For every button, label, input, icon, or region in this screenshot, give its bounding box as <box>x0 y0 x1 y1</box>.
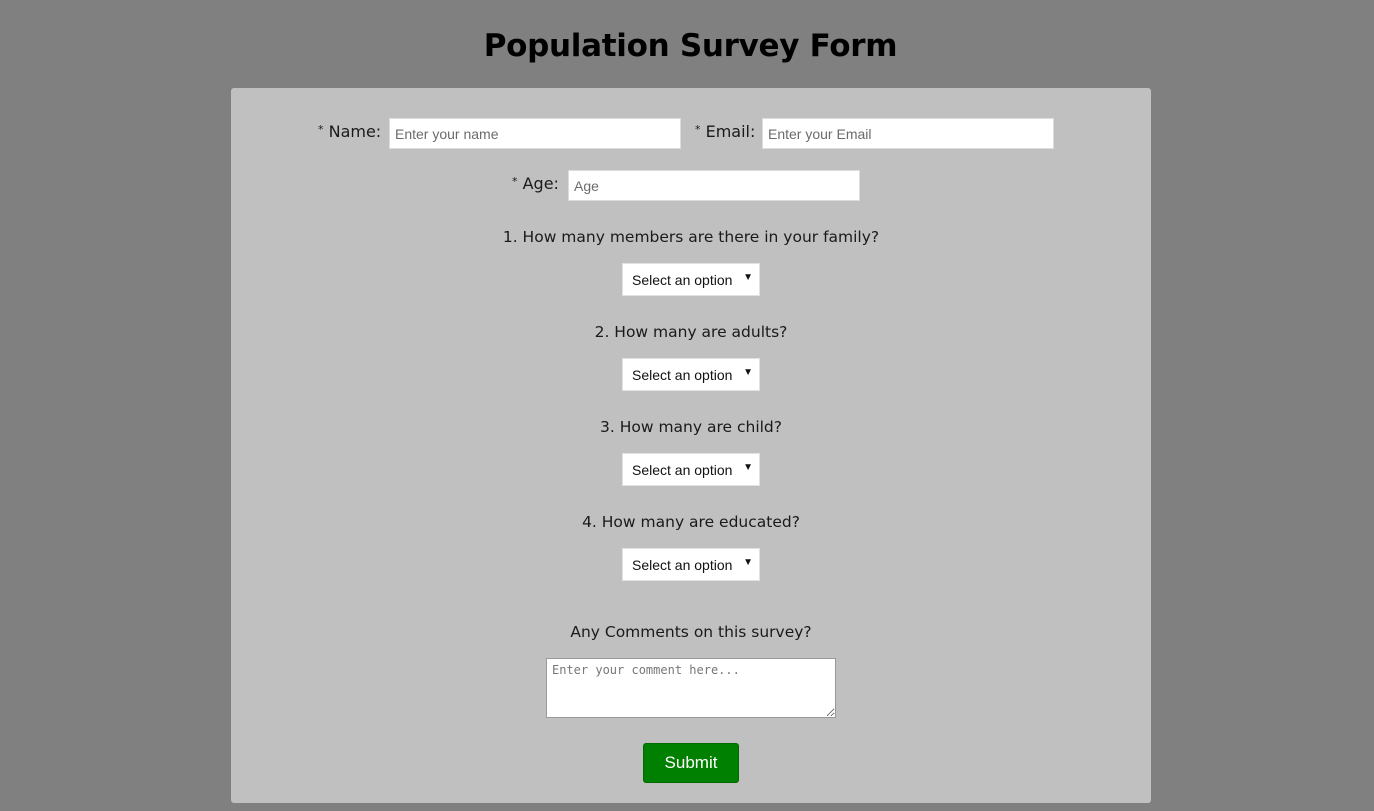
educated-select[interactable]: Select an option ▼ <box>622 548 760 581</box>
question-adults: 2. How many are adults? <box>594 323 788 341</box>
submit-button[interactable]: Submit <box>643 743 739 783</box>
select-value: Select an option <box>632 557 733 573</box>
age-label-text: Age: <box>522 174 559 193</box>
select-value: Select an option <box>632 367 733 383</box>
family-members-select[interactable]: Select an option ▼ <box>622 263 760 296</box>
question-children: 3. How many are child? <box>600 418 782 436</box>
age-label: * Age: <box>512 174 559 193</box>
page-title: Population Survey Form <box>483 28 898 64</box>
comments-textarea[interactable] <box>546 658 836 718</box>
chevron-down-icon: ▼ <box>743 462 753 473</box>
chevron-down-icon: ▼ <box>743 272 753 283</box>
select-value: Select an option <box>632 272 733 288</box>
chevron-down-icon: ▼ <box>743 557 753 568</box>
question-family-members: 1. How many members are there in your fa… <box>502 228 880 246</box>
age-input[interactable] <box>568 170 860 201</box>
required-marker: * <box>318 123 324 136</box>
children-select[interactable]: Select an option ▼ <box>622 453 760 486</box>
name-label: * Name: <box>318 122 381 141</box>
name-input[interactable] <box>389 118 681 149</box>
question-educated: 4. How many are educated? <box>582 513 800 531</box>
name-label-text: Name: <box>328 122 382 141</box>
adults-select[interactable]: Select an option ▼ <box>622 358 760 391</box>
survey-form: * Name: * Email: * Age: 1. How many memb… <box>231 88 1151 803</box>
comments-label: Any Comments on this survey? <box>570 623 812 641</box>
required-marker: * <box>695 123 701 136</box>
email-label: * Email: <box>695 122 755 141</box>
select-value: Select an option <box>632 462 733 478</box>
chevron-down-icon: ▼ <box>743 367 753 378</box>
email-label-text: Email: <box>705 122 756 141</box>
email-input[interactable] <box>762 118 1054 149</box>
required-marker: * <box>512 175 518 188</box>
